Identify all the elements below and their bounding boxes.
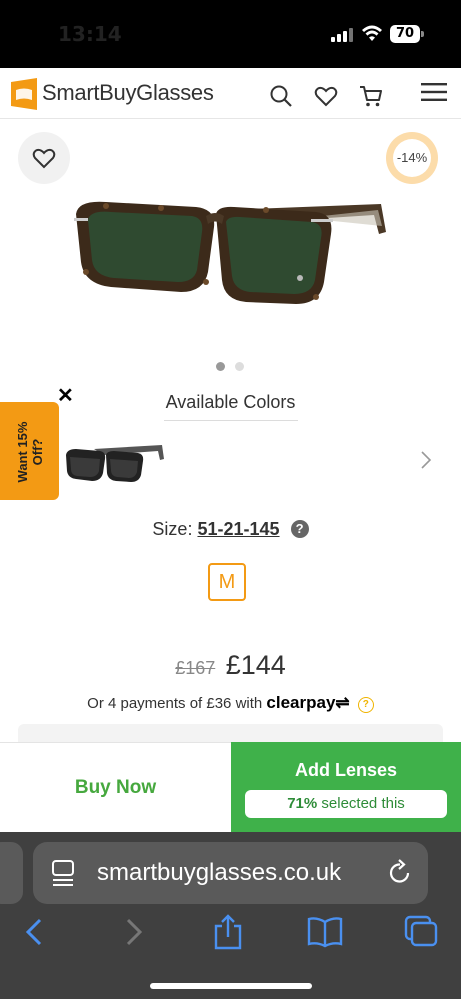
share-icon[interactable]	[208, 914, 248, 950]
color-swatch[interactable]	[64, 441, 166, 483]
promo-text[interactable]: Want 15% Off?	[15, 412, 45, 492]
add-lenses-label[interactable]: Add Lenses	[231, 760, 461, 781]
size-label: Size:	[152, 519, 193, 539]
add-lenses-button[interactable]	[231, 742, 461, 832]
clearpay-arrow-icon: ⇌	[335, 693, 350, 712]
info-icon[interactable]: ?	[357, 697, 374, 713]
chevron-right-icon[interactable]	[420, 450, 432, 470]
info-card	[18, 724, 443, 744]
selected-text: selected this	[321, 795, 405, 812]
size-value-link[interactable]: 51-21-145	[197, 519, 279, 539]
brand-name[interactable]: SmartBuyGlasses	[42, 80, 214, 106]
forward-icon[interactable]	[112, 914, 152, 950]
current-price: £144	[225, 650, 286, 680]
heart-icon	[32, 148, 56, 169]
bookmarks-icon[interactable]	[305, 914, 345, 950]
colors-underline	[164, 420, 298, 421]
close-icon[interactable]: ✕	[57, 383, 74, 408]
signal-icon	[331, 27, 353, 42]
carousel-dot[interactable]	[235, 362, 244, 371]
home-indicator	[150, 983, 312, 989]
reader-icon[interactable]	[51, 859, 75, 887]
discount-badge: -14%	[396, 150, 428, 165]
old-price: £167	[175, 658, 216, 678]
url-text[interactable]: smartbuyglasses.co.uk	[97, 859, 341, 887]
search-icon[interactable]	[268, 83, 294, 109]
size-row: Size: 51-21-145 ?	[0, 519, 461, 540]
previous-tab-preview[interactable]	[0, 842, 23, 904]
battery-tip	[421, 31, 424, 37]
wifi-icon	[362, 25, 382, 41]
cart-icon[interactable]	[358, 83, 384, 109]
help-icon[interactable]: ?	[290, 520, 309, 538]
installments-row: Or 4 payments of £36 with clearpay⇌ ?	[0, 693, 461, 713]
heart-icon[interactable]	[313, 83, 339, 109]
buy-now-label[interactable]: Buy Now	[0, 777, 231, 799]
logo-icon[interactable]	[11, 78, 37, 110]
reload-icon[interactable]	[387, 859, 413, 887]
tabs-icon[interactable]	[401, 914, 441, 950]
status-time: 13:14	[58, 22, 122, 46]
size-badge[interactable]: M	[208, 563, 246, 601]
back-icon[interactable]	[18, 914, 58, 950]
selected-pill: 71% selected this	[245, 790, 447, 818]
battery-indicator: 70	[390, 25, 420, 43]
selected-percent: 71%	[287, 795, 318, 812]
product-image[interactable]	[66, 182, 391, 322]
price-row: £167 £144	[0, 650, 461, 681]
installments-text: Or 4 payments of £36 with	[87, 695, 263, 712]
menu-icon[interactable]	[421, 82, 447, 102]
clearpay-logo: clearpay	[266, 693, 336, 712]
carousel-dot-active[interactable]	[216, 362, 225, 371]
